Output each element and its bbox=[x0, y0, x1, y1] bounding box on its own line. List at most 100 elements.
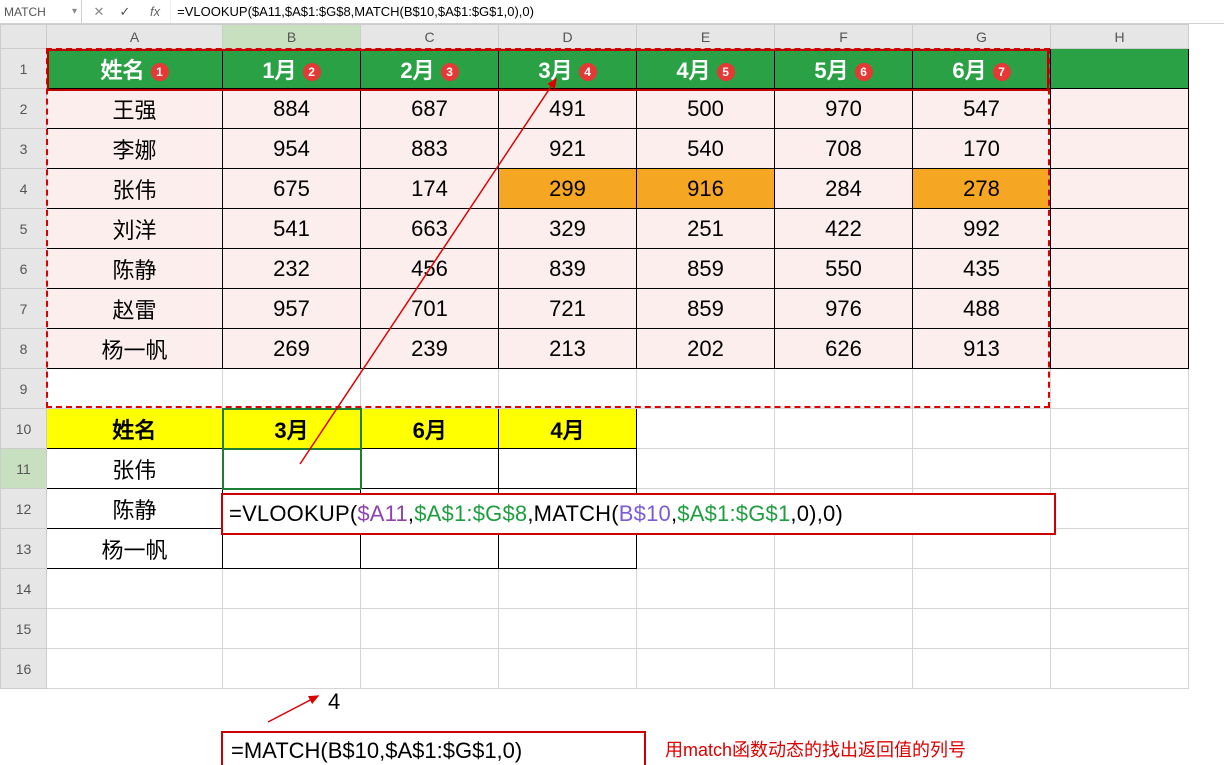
cell-H14[interactable] bbox=[1051, 569, 1189, 609]
cell-F14[interactable] bbox=[775, 569, 913, 609]
row-header-3[interactable]: 3 bbox=[1, 129, 47, 169]
cell-C1[interactable]: 2月3 bbox=[361, 49, 499, 89]
cell-B3[interactable]: 954 bbox=[223, 129, 361, 169]
row-header-16[interactable]: 16 bbox=[1, 649, 47, 689]
cell-B16[interactable] bbox=[223, 649, 361, 689]
cell-G15[interactable] bbox=[913, 609, 1051, 649]
cell-A11[interactable]: 张伟 bbox=[47, 449, 223, 489]
cell-D2[interactable]: 491 bbox=[499, 89, 637, 129]
col-header-D[interactable]: D bbox=[499, 25, 637, 49]
cell-D11[interactable] bbox=[499, 449, 637, 489]
fx-icon[interactable]: fx bbox=[150, 4, 160, 19]
cell-B5[interactable]: 541 bbox=[223, 209, 361, 249]
cell-H13[interactable] bbox=[1051, 529, 1189, 569]
cell-H6[interactable] bbox=[1051, 249, 1189, 289]
cell-F10[interactable] bbox=[775, 409, 913, 449]
cell-F8[interactable]: 626 bbox=[775, 329, 913, 369]
row-header-5[interactable]: 5 bbox=[1, 209, 47, 249]
cell-A7[interactable]: 赵雷 bbox=[47, 289, 223, 329]
cell-F9[interactable] bbox=[775, 369, 913, 409]
cell-E7[interactable]: 859 bbox=[637, 289, 775, 329]
cell-E9[interactable] bbox=[637, 369, 775, 409]
cell-C7[interactable]: 701 bbox=[361, 289, 499, 329]
cell-F16[interactable] bbox=[775, 649, 913, 689]
cell-C9[interactable] bbox=[361, 369, 499, 409]
row-header-13[interactable]: 13 bbox=[1, 529, 47, 569]
cell-F6[interactable]: 550 bbox=[775, 249, 913, 289]
cell-G3[interactable]: 170 bbox=[913, 129, 1051, 169]
cell-G16[interactable] bbox=[913, 649, 1051, 689]
formula-bar-input[interactable]: =VLOOKUP($A11,$A$1:$G$8,MATCH(B$10,$A$1:… bbox=[171, 0, 1224, 23]
cell-B14[interactable] bbox=[223, 569, 361, 609]
cell-G5[interactable]: 992 bbox=[913, 209, 1051, 249]
row-header-14[interactable]: 14 bbox=[1, 569, 47, 609]
cell-C14[interactable] bbox=[361, 569, 499, 609]
col-header-A[interactable]: A bbox=[47, 25, 223, 49]
cell-C15[interactable] bbox=[361, 609, 499, 649]
cell-E14[interactable] bbox=[637, 569, 775, 609]
cell-B7[interactable]: 957 bbox=[223, 289, 361, 329]
cell-B2[interactable]: 884 bbox=[223, 89, 361, 129]
cell-H2[interactable] bbox=[1051, 89, 1189, 129]
cell-F2[interactable]: 970 bbox=[775, 89, 913, 129]
row-header-15[interactable]: 15 bbox=[1, 609, 47, 649]
cell-C5[interactable]: 663 bbox=[361, 209, 499, 249]
cell-C8[interactable]: 239 bbox=[361, 329, 499, 369]
row-header-4[interactable]: 4 bbox=[1, 169, 47, 209]
row-header-1[interactable]: 1 bbox=[1, 49, 47, 89]
cell-E6[interactable]: 859 bbox=[637, 249, 775, 289]
cell-A12[interactable]: 陈静 bbox=[47, 489, 223, 529]
cell-H5[interactable] bbox=[1051, 209, 1189, 249]
cell-F7[interactable]: 976 bbox=[775, 289, 913, 329]
col-header-E[interactable]: E bbox=[637, 25, 775, 49]
cell-D15[interactable] bbox=[499, 609, 637, 649]
cell-H10[interactable] bbox=[1051, 409, 1189, 449]
cell-A2[interactable]: 王强 bbox=[47, 89, 223, 129]
cell-H1[interactable] bbox=[1051, 49, 1189, 89]
row-header-6[interactable]: 6 bbox=[1, 249, 47, 289]
cell-D10[interactable]: 4月 bbox=[499, 409, 637, 449]
cell-D9[interactable] bbox=[499, 369, 637, 409]
cell-D4[interactable]: 299 bbox=[499, 169, 637, 209]
row-header-12[interactable]: 12 bbox=[1, 489, 47, 529]
cell-A10[interactable]: 姓名 bbox=[47, 409, 223, 449]
cell-D8[interactable]: 213 bbox=[499, 329, 637, 369]
cell-F3[interactable]: 708 bbox=[775, 129, 913, 169]
cell-E15[interactable] bbox=[637, 609, 775, 649]
cell-G1[interactable]: 6月7 bbox=[913, 49, 1051, 89]
cell-B1[interactable]: 1月2 bbox=[223, 49, 361, 89]
cell-A16[interactable] bbox=[47, 649, 223, 689]
cell-E5[interactable]: 251 bbox=[637, 209, 775, 249]
col-header-C[interactable]: C bbox=[361, 25, 499, 49]
cell-E11[interactable] bbox=[637, 449, 775, 489]
spreadsheet-grid[interactable]: ABCDEFGH1姓名11月22月33月44月55月66月72王强8846874… bbox=[0, 24, 1224, 689]
row-header-9[interactable]: 9 bbox=[1, 369, 47, 409]
cell-C10[interactable]: 6月 bbox=[361, 409, 499, 449]
cell-D5[interactable]: 329 bbox=[499, 209, 637, 249]
cell-D16[interactable] bbox=[499, 649, 637, 689]
cell-E1[interactable]: 4月5 bbox=[637, 49, 775, 89]
cell-F5[interactable]: 422 bbox=[775, 209, 913, 249]
cell-B8[interactable]: 269 bbox=[223, 329, 361, 369]
cell-F1[interactable]: 5月6 bbox=[775, 49, 913, 89]
cell-G14[interactable] bbox=[913, 569, 1051, 609]
col-header-H[interactable]: H bbox=[1051, 25, 1189, 49]
cell-A3[interactable]: 李娜 bbox=[47, 129, 223, 169]
cell-E4[interactable]: 916 bbox=[637, 169, 775, 209]
col-header-B[interactable]: B bbox=[223, 25, 361, 49]
cell-D1[interactable]: 3月4 bbox=[499, 49, 637, 89]
cell-A13[interactable]: 杨一帆 bbox=[47, 529, 223, 569]
cell-F11[interactable] bbox=[775, 449, 913, 489]
row-header-10[interactable]: 10 bbox=[1, 409, 47, 449]
cell-C11[interactable] bbox=[361, 449, 499, 489]
cell-G7[interactable]: 488 bbox=[913, 289, 1051, 329]
cell-G4[interactable]: 278 bbox=[913, 169, 1051, 209]
cell-A6[interactable]: 陈静 bbox=[47, 249, 223, 289]
cell-G2[interactable]: 547 bbox=[913, 89, 1051, 129]
enter-icon[interactable]: ✓ bbox=[118, 4, 132, 20]
cell-B10[interactable]: 3月 bbox=[223, 409, 361, 449]
cell-B6[interactable]: 232 bbox=[223, 249, 361, 289]
cell-H9[interactable] bbox=[1051, 369, 1189, 409]
cell-G6[interactable]: 435 bbox=[913, 249, 1051, 289]
cell-C16[interactable] bbox=[361, 649, 499, 689]
